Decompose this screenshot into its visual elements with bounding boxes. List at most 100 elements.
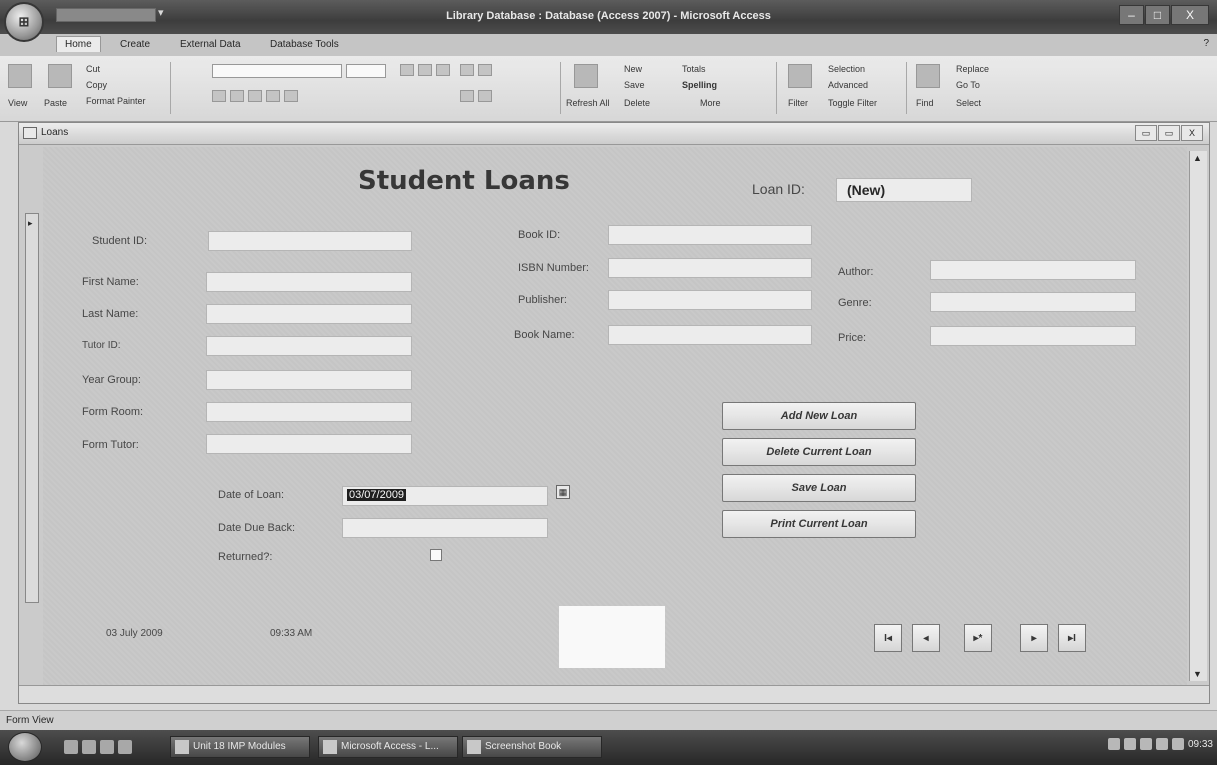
quick-launch-icon[interactable] [100,740,114,754]
view-label[interactable]: View [8,98,27,108]
filter-label[interactable]: Filter [788,98,808,108]
tab-external-data[interactable]: External Data [172,37,249,52]
next-record-button[interactable]: ▸ [1020,624,1048,652]
paste-label[interactable]: Paste [44,98,67,108]
find-label[interactable]: Find [916,98,934,108]
tray-icon[interactable] [1107,738,1120,750]
scroll-down-icon[interactable]: ▼ [1193,669,1202,679]
align-left-icon[interactable] [400,64,414,76]
italic-icon[interactable] [230,90,244,102]
taskbar-item-screenshot[interactable]: Screenshot Book [462,736,602,758]
taskbar-item-access[interactable]: Microsoft Access - L... [318,736,458,758]
book-id-field[interactable] [608,225,812,245]
help-icon[interactable]: ? [1203,38,1209,49]
print-current-loan-button[interactable]: Print Current Loan [722,510,916,538]
advanced-button[interactable]: Advanced [828,80,868,90]
font-color-icon[interactable] [266,90,280,102]
last-name-field[interactable] [206,304,412,324]
spelling-button[interactable]: Spelling [682,80,717,90]
first-record-button[interactable]: I◂ [874,624,902,652]
quick-launch-icon[interactable] [64,740,78,754]
new-record-button[interactable]: New [624,64,642,74]
last-record-button[interactable]: ▸I [1058,624,1086,652]
delete-record-button[interactable]: Delete [624,98,650,108]
underline-icon[interactable] [248,90,262,102]
close-button[interactable]: X [1171,5,1209,25]
format-painter-button[interactable]: Format Painter [86,96,146,106]
numbering-icon[interactable] [478,90,492,102]
replace-button[interactable]: Replace [956,64,989,74]
horizontal-scrollbar[interactable] [19,685,1209,703]
tab-database-tools[interactable]: Database Tools [262,37,347,52]
isbn-number-field[interactable] [608,258,812,278]
refresh-label[interactable]: Refresh All [566,98,610,108]
delete-current-loan-button[interactable]: Delete Current Loan [722,438,916,466]
price-field[interactable] [930,326,1136,346]
bold-icon[interactable] [212,90,226,102]
font-name-box[interactable] [212,64,342,78]
tray-icon[interactable] [1171,738,1184,750]
align-center-icon[interactable] [418,64,432,76]
quick-launch-icon[interactable] [82,740,96,754]
form-tutor-field[interactable] [206,434,412,454]
vertical-scrollbar[interactable]: ▲ ▼ [1189,151,1207,681]
form-minimize-button[interactable]: ▭ [1135,125,1157,141]
selection-button[interactable]: Selection [828,64,865,74]
clock[interactable]: 09:33 [1188,739,1213,750]
office-button-icon[interactable]: ⊞ [4,2,44,42]
bullets-icon[interactable] [460,90,474,102]
quick-launch-icon[interactable] [118,740,132,754]
publisher-field[interactable] [608,290,812,310]
goto-button[interactable]: Go To [956,80,980,90]
filter-icon[interactable] [788,64,812,88]
taskbar-item-word[interactable]: Unit 18 IMP Modules [170,736,310,758]
tutor-id-field[interactable] [206,336,412,356]
find-icon[interactable] [916,64,940,88]
maximize-button[interactable]: □ [1145,5,1170,25]
tray-icon[interactable] [1139,738,1152,750]
save-record-button[interactable]: Save [624,80,645,90]
returned-checkbox[interactable] [430,549,442,561]
author-field[interactable] [930,260,1136,280]
previous-record-button[interactable]: ◂ [912,624,940,652]
font-size-box[interactable] [346,64,386,78]
tab-home[interactable]: Home [56,36,101,52]
refresh-icon[interactable] [574,64,598,88]
scroll-up-icon[interactable]: ▲ [1193,153,1202,163]
date-due-back-field[interactable] [342,518,548,538]
tray-icon[interactable] [1155,738,1168,750]
add-new-loan-button[interactable]: Add New Loan [722,402,916,430]
more-button[interactable]: More [700,98,721,108]
new-record-nav-button[interactable]: ▸* [964,624,992,652]
form-close-button[interactable]: X [1181,125,1203,141]
tray-icon[interactable] [1123,738,1136,750]
copy-button[interactable]: Copy [86,80,107,90]
outdent-icon[interactable] [478,64,492,76]
form-room-field[interactable] [206,402,412,422]
form-restore-button[interactable]: ▭ [1158,125,1180,141]
save-loan-button[interactable]: Save Loan [722,474,916,502]
loan-id-field[interactable]: (New) [836,178,972,202]
book-name-field[interactable] [608,325,812,345]
start-button-icon[interactable] [8,732,42,762]
view-icon[interactable] [8,64,32,88]
date-of-loan-field[interactable]: 03/07/2009 [342,486,548,506]
calendar-icon[interactable]: ▦ [556,485,570,499]
align-right-icon[interactable] [436,64,450,76]
minimize-button[interactable]: – [1119,5,1144,25]
student-id-field[interactable] [208,231,412,251]
cut-button[interactable]: Cut [86,64,100,74]
toggle-filter-button[interactable]: Toggle Filter [828,98,877,108]
paste-icon[interactable] [48,64,72,88]
totals-button[interactable]: Totals [682,64,706,74]
indent-icon[interactable] [460,64,474,76]
year-group-field[interactable] [206,370,412,390]
select-button[interactable]: Select [956,98,981,108]
tab-create[interactable]: Create [112,37,158,52]
form-tab-label[interactable]: Loans [41,127,68,138]
book-name-label: Book Name: [514,329,575,341]
first-name-field[interactable] [206,272,412,292]
record-selector[interactable]: ▸ [25,213,39,603]
fill-color-icon[interactable] [284,90,298,102]
genre-field[interactable] [930,292,1136,312]
